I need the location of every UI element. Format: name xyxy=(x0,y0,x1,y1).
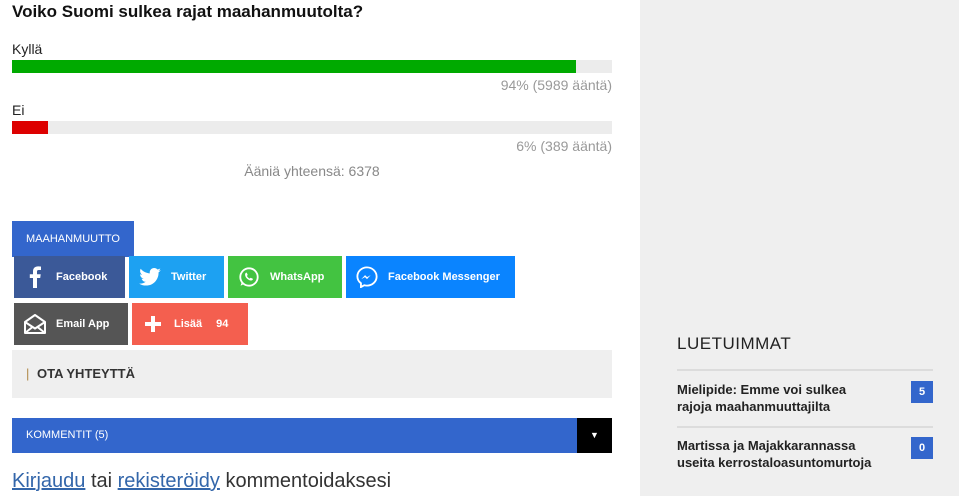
poll-result-yes: 94% (5989 ääntä) xyxy=(500,77,612,93)
twitter-icon xyxy=(129,256,171,298)
poll-bar-fill-no xyxy=(12,121,48,134)
contact-section[interactable]: | OTA YHTEYTTÄ xyxy=(12,350,612,398)
plus-icon xyxy=(132,303,174,345)
contact-label: OTA YHTEYTTÄ xyxy=(37,366,135,381)
poll-option-label-no: Ei xyxy=(12,102,25,118)
share-more-button[interactable]: Lisää 94 xyxy=(132,303,248,345)
share-email-button[interactable]: Email App xyxy=(14,303,128,345)
login-suffix-text: kommentoidaksesi xyxy=(225,470,392,492)
login-prompt: Kirjaudu tai rekisteröidy kommentoidakse… xyxy=(12,470,391,493)
messenger-icon xyxy=(346,256,388,298)
poll-bar-no xyxy=(12,121,612,134)
register-link[interactable]: rekisteröidy xyxy=(118,470,220,492)
comments-label: KOMMENTIT (5) xyxy=(26,429,109,441)
comments-header[interactable]: KOMMENTIT (5) ▼ xyxy=(12,418,612,453)
most-read-item-title[interactable]: Martissa ja Majakkarannassa useita kerro… xyxy=(677,437,882,471)
share-more-label: Lisää xyxy=(174,318,203,330)
whatsapp-icon xyxy=(228,256,270,298)
poll-bar-yes xyxy=(12,60,612,73)
share-facebook-button[interactable]: Facebook xyxy=(14,256,125,298)
sidebar: LUETUIMMAT Mielipide: Emme voi sulkea ra… xyxy=(640,0,959,496)
email-icon xyxy=(14,303,56,345)
category-tag[interactable]: MAAHANMUUTTO xyxy=(12,221,134,257)
most-read-title: LUETUIMMAT xyxy=(677,334,792,353)
poll-question: Voiko Suomi sulkea rajat maahanmuutolta? xyxy=(12,2,364,21)
comment-count-badge: 5 xyxy=(911,381,933,403)
poll-result-no: 6% (389 ääntä) xyxy=(516,138,612,154)
most-read-item[interactable]: Mielipide: Emme voi sulkea rajoja maahan… xyxy=(677,381,933,415)
poll-total: Ääniä yhteensä: 6378 xyxy=(244,163,380,179)
chevron-down-icon[interactable]: ▼ xyxy=(577,418,612,453)
login-or-text: tai xyxy=(90,470,113,492)
facebook-icon xyxy=(14,256,56,298)
share-facebook-label: Facebook xyxy=(56,271,108,283)
share-messenger-label: Facebook Messenger xyxy=(388,271,500,283)
contact-divider: | xyxy=(26,366,30,381)
most-read-item-title[interactable]: Mielipide: Emme voi sulkea rajoja maahan… xyxy=(677,381,882,415)
login-link[interactable]: Kirjaudu xyxy=(12,470,85,492)
most-read-item[interactable]: Martissa ja Majakkarannassa useita kerro… xyxy=(677,437,933,471)
share-count: 94 xyxy=(216,318,229,330)
main-content: Voiko Suomi sulkea rajat maahanmuutolta?… xyxy=(0,0,640,496)
share-twitter-button[interactable]: Twitter xyxy=(129,256,224,298)
share-twitter-label: Twitter xyxy=(171,271,207,283)
divider xyxy=(677,426,933,428)
share-whatsapp-button[interactable]: WhatsApp xyxy=(228,256,342,298)
poll-bar-fill-yes xyxy=(12,60,576,73)
comment-count-badge: 0 xyxy=(911,437,933,459)
divider xyxy=(677,369,933,371)
share-messenger-button[interactable]: Facebook Messenger xyxy=(346,256,515,298)
share-whatsapp-label: WhatsApp xyxy=(270,271,325,283)
poll-option-label-yes: Kyllä xyxy=(12,41,43,57)
share-email-label: Email App xyxy=(56,318,110,330)
